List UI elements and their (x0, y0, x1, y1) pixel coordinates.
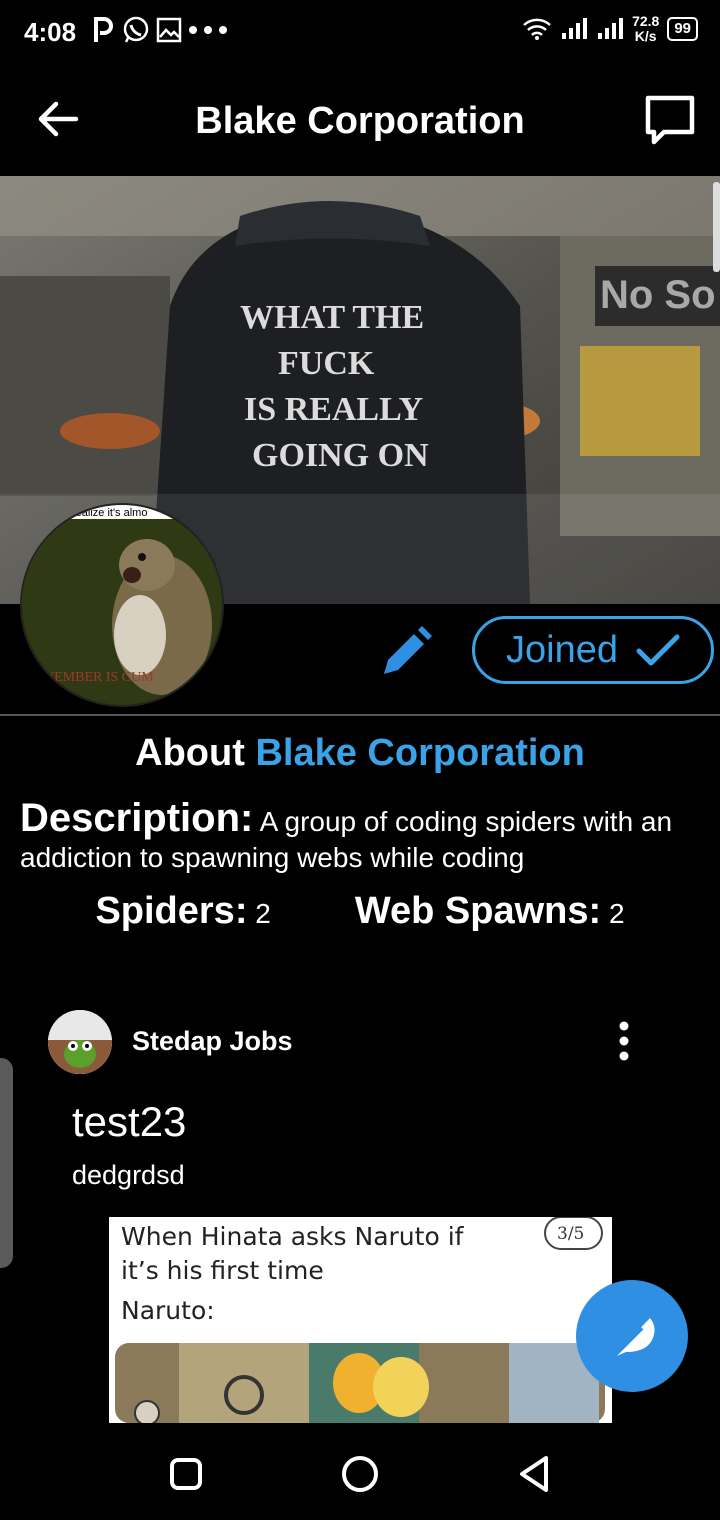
compose-button[interactable] (576, 1280, 688, 1392)
post-author-name[interactable]: Stedap Jobs (132, 1026, 293, 1057)
signal-icon-2 (598, 18, 624, 39)
web-spawns-label: Web Spawns: (354, 890, 602, 932)
gallery-icon (156, 17, 182, 43)
app-bar: Blake Corporation (0, 64, 720, 176)
post-image[interactable]: When Hinata asks Naruto if it’s his firs… (109, 1217, 612, 1423)
wifi-icon (523, 18, 551, 40)
spiders-value: 2 (255, 898, 271, 929)
web-spawns-stat: Web Spawns: 2 (355, 890, 625, 933)
description-label: Description: (20, 796, 254, 840)
meme-caption-2: it’s his first time (121, 1256, 324, 1285)
more-vertical-icon[interactable] (610, 1020, 638, 1064)
joined-button[interactable]: Joined (472, 616, 714, 684)
status-right: 72.8 K/s 99 (522, 14, 698, 44)
net-speed-value: 72.8 (632, 13, 660, 29)
triangle-back-icon[interactable] (514, 1454, 554, 1494)
jacket-text-line-3: IS REALLY (244, 391, 423, 428)
divider (0, 714, 720, 716)
status-bar: 4:08 72.8 K/s 99 (0, 0, 720, 64)
net-speed-unit: K/s (634, 28, 657, 44)
status-time: 4:08 (24, 17, 77, 47)
chat-bubble-icon[interactable] (642, 92, 698, 148)
network-speed: 72.8 K/s (632, 14, 659, 44)
circle-icon[interactable] (340, 1454, 380, 1494)
signal-icon (562, 18, 588, 39)
about-prefix: About (135, 732, 245, 774)
arrow-left-icon[interactable] (32, 94, 82, 144)
joined-label: Joined (506, 628, 618, 671)
parking-app-icon (94, 17, 113, 42)
community-avatar[interactable]: realize it's almo VEMBER IS CUM (20, 503, 224, 707)
avatar-bottom-text: VEMBER IS CUM (44, 670, 154, 685)
about-community-name: Blake Corporation (255, 732, 585, 774)
edge-panel-handle[interactable] (0, 1058, 13, 1268)
page-title: Blake Corporation (195, 100, 525, 142)
community-stats: Spiders: 2 Web Spawns: 2 (0, 890, 720, 933)
post-body: dedgrdsd (72, 1160, 185, 1190)
meme-caption-1: When Hinata asks Naruto if (121, 1222, 465, 1251)
jacket-text-line-4: GOING ON (252, 437, 429, 474)
post-author-avatar[interactable] (48, 1010, 112, 1074)
spiders-label: Spiders: (95, 890, 248, 932)
description: Description: A group of coding spiders w… (20, 798, 710, 876)
store-sign-text: No So (600, 273, 716, 317)
squirrel-image: realize it's almo VEMBER IS CUM (22, 505, 222, 705)
square-icon[interactable] (166, 1454, 206, 1494)
meme-image: When Hinata asks Naruto if it’s his firs… (109, 1217, 612, 1423)
jacket-text-line-1: WHAT THE (240, 299, 424, 336)
more-notifications-icon (189, 26, 227, 34)
battery-indicator: 99 (667, 17, 698, 41)
notification-icons (92, 16, 228, 44)
spiders-stat: Spiders: 2 (95, 890, 270, 933)
post-title[interactable]: test23 (72, 1098, 186, 1146)
pencil-icon[interactable] (376, 624, 436, 680)
feather-icon (608, 1318, 655, 1362)
web-spawns-value: 2 (608, 898, 625, 929)
whatsapp-icon (123, 16, 149, 43)
check-icon (636, 634, 680, 666)
kermit-image (48, 1010, 112, 1074)
scrollbar[interactable] (713, 182, 720, 272)
meme-caption-3: Naruto: (121, 1296, 215, 1325)
about-heading: About Blake Corporation (0, 732, 720, 775)
jacket-text-line-2: FUCK (278, 345, 375, 382)
meme-page-badge: 3/5 (557, 1224, 584, 1244)
system-nav-bar (0, 1424, 720, 1520)
